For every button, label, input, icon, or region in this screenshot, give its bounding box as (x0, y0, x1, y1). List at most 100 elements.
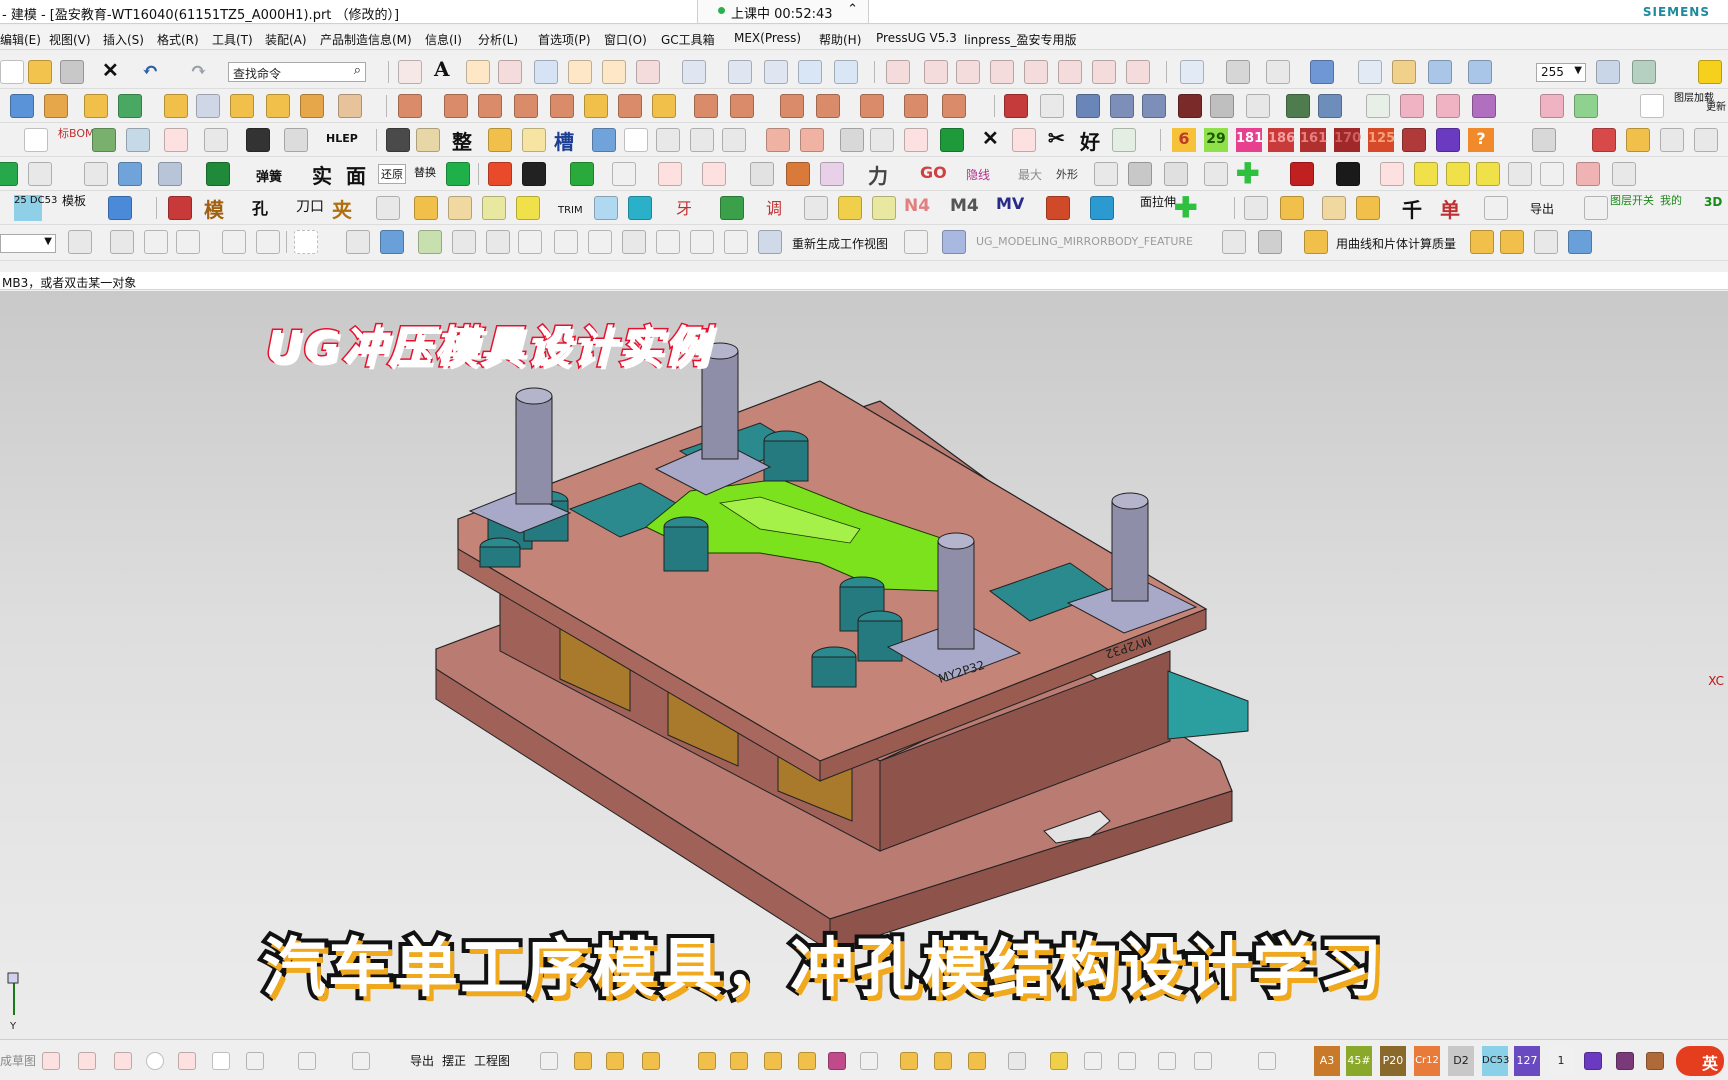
divide-curve-icon[interactable] (764, 60, 788, 84)
pen-icon[interactable] (1258, 1052, 1276, 1070)
chain-icon[interactable] (1050, 1052, 1068, 1070)
single-label[interactable]: 单 (1440, 194, 1460, 223)
number-button-170[interactable]: 170 (1334, 128, 1361, 152)
drawing-button[interactable]: 工程图 (474, 1052, 510, 1069)
snap-curve-icon[interactable] (518, 230, 542, 254)
reference-set-icon[interactable] (934, 1052, 952, 1070)
max-label[interactable]: 最大 (1018, 166, 1042, 183)
number-button-186[interactable]: 186 (1268, 128, 1295, 152)
pressug-p-icon[interactable] (1698, 60, 1722, 84)
cyan-box-icon[interactable] (628, 196, 652, 220)
mirror-icon[interactable] (780, 94, 804, 118)
layout-icon[interactable] (870, 128, 894, 152)
menu-pmi[interactable]: 产品制造信息(M) (320, 31, 412, 48)
slot-icon[interactable] (300, 94, 324, 118)
die-label-icon[interactable] (1040, 94, 1064, 118)
purple-material-icon[interactable] (1584, 1052, 1602, 1070)
number-button-161[interactable]: 161 (1300, 128, 1327, 152)
number-button-125[interactable]: 125 (1368, 128, 1395, 152)
sketch-curve-icon[interactable] (42, 1052, 60, 1070)
solid-icon[interactable] (592, 128, 616, 152)
sketch-arc-icon[interactable] (114, 1052, 132, 1070)
stack-layers-icon[interactable] (1280, 196, 1304, 220)
green-block-icon[interactable] (206, 162, 230, 186)
copy-body-icon[interactable] (800, 128, 824, 152)
mass-icon[interactable] (1304, 230, 1328, 254)
studio-view-icon[interactable] (1428, 60, 1452, 84)
red-arrow-icon[interactable] (1290, 162, 1314, 186)
snap-midpoint-icon[interactable] (486, 230, 510, 254)
orange-arrow-icon[interactable] (488, 162, 512, 186)
spring-icon[interactable] (1210, 94, 1234, 118)
face-stretch-label[interactable]: 面拉伸 (1140, 196, 1176, 208)
bolt-icon[interactable] (838, 196, 862, 220)
offset-curve-icon[interactable] (534, 60, 558, 84)
hide-body-icon[interactable] (380, 230, 404, 254)
chamfer-icon[interactable] (730, 94, 754, 118)
shaded-view-icon[interactable] (1226, 60, 1250, 84)
cutting-edge-label[interactable]: 刀口 (296, 196, 324, 216)
die-plate-icon[interactable] (1178, 94, 1202, 118)
scissors-tool-icon[interactable] (1484, 196, 1508, 220)
curve-fit-icon[interactable] (498, 60, 522, 84)
menu-window[interactable]: 窗口(O) (604, 31, 647, 48)
menu-mex-press[interactable]: MEX(Press) (734, 31, 801, 45)
shell-icon[interactable] (618, 94, 642, 118)
delete-body-icon[interactable] (766, 128, 790, 152)
spring-label[interactable]: 弹簧 (256, 166, 282, 185)
exploded-view-icon[interactable] (828, 1052, 846, 1070)
number-icon[interactable] (204, 128, 228, 152)
trim-body-icon[interactable] (514, 94, 538, 118)
menu-linpress[interactable]: linpress_盈安专用版 (964, 31, 1076, 48)
gas-spring-icon[interactable] (1366, 94, 1390, 118)
boss-icon[interactable] (196, 94, 220, 118)
punch-tool-icon[interactable] (656, 128, 680, 152)
selection-filter-select[interactable]: ▼ (0, 234, 56, 253)
patch-icon[interactable] (942, 94, 966, 118)
menu-format[interactable]: 格式(R) (157, 31, 199, 48)
template-icon[interactable] (820, 162, 844, 186)
bom-label[interactable]: 标BOM (58, 128, 95, 140)
tube-icon[interactable] (158, 162, 182, 186)
blank-icon[interactable] (1508, 162, 1532, 186)
sequence-icon[interactable] (900, 1052, 918, 1070)
drawing-icon[interactable] (284, 128, 308, 152)
menu-edit[interactable]: 编辑(E) (0, 31, 41, 48)
3d-label[interactable]: 3D (1704, 195, 1722, 209)
replace-component-icon[interactable] (730, 1052, 748, 1070)
redo-icon[interactable]: ↷ (190, 58, 207, 82)
menu-gc-toolkit[interactable]: GC工具箱 (661, 31, 715, 48)
red-tile-icon[interactable] (1402, 128, 1426, 152)
box-icon[interactable] (488, 128, 512, 152)
chamfer-curve-icon[interactable] (1058, 60, 1082, 84)
assembly-icon[interactable] (840, 128, 864, 152)
grid-icon[interactable] (1244, 196, 1268, 220)
layers-icon[interactable] (386, 128, 410, 152)
graphics-viewport[interactable]: MY2P32 MY2P32 UG冲压模具设计实例 汽车单工序模具，冲孔模结构设计… (0, 291, 1728, 1039)
trim-curve-icon[interactable] (728, 60, 752, 84)
pad-icon[interactable] (266, 94, 290, 118)
list-icon[interactable] (1574, 94, 1598, 118)
snap-icon[interactable] (1090, 196, 1114, 220)
draft-icon[interactable] (584, 94, 608, 118)
trim-label[interactable]: TRIM (558, 205, 583, 216)
groove-icon[interactable] (338, 94, 362, 118)
snap-quadrant-icon[interactable] (656, 230, 680, 254)
restore-label[interactable]: 还原 (378, 164, 406, 184)
spline-icon[interactable] (466, 60, 490, 84)
assembly-tool-icon[interactable] (540, 1052, 558, 1070)
menu-tools[interactable]: 工具(T) (212, 31, 253, 48)
sketch-constraint-icon[interactable] (352, 1052, 370, 1070)
text-tool-icon[interactable]: A (434, 57, 450, 81)
key-icon[interactable] (1158, 1052, 1176, 1070)
add-green-icon[interactable]: ✚ (1236, 157, 1259, 190)
sketch-offset-icon[interactable] (246, 1052, 264, 1070)
screw-tool-icon[interactable] (624, 128, 648, 152)
menu-information[interactable]: 信息(I) (425, 31, 462, 48)
block-icon[interactable] (10, 94, 34, 118)
snap-point-on-icon[interactable] (690, 230, 714, 254)
fit-view-icon[interactable] (1180, 60, 1204, 84)
adjust-tool-label[interactable]: 调 (766, 195, 782, 219)
rotate-icon[interactable] (376, 196, 400, 220)
transfer-icon[interactable] (164, 128, 188, 152)
